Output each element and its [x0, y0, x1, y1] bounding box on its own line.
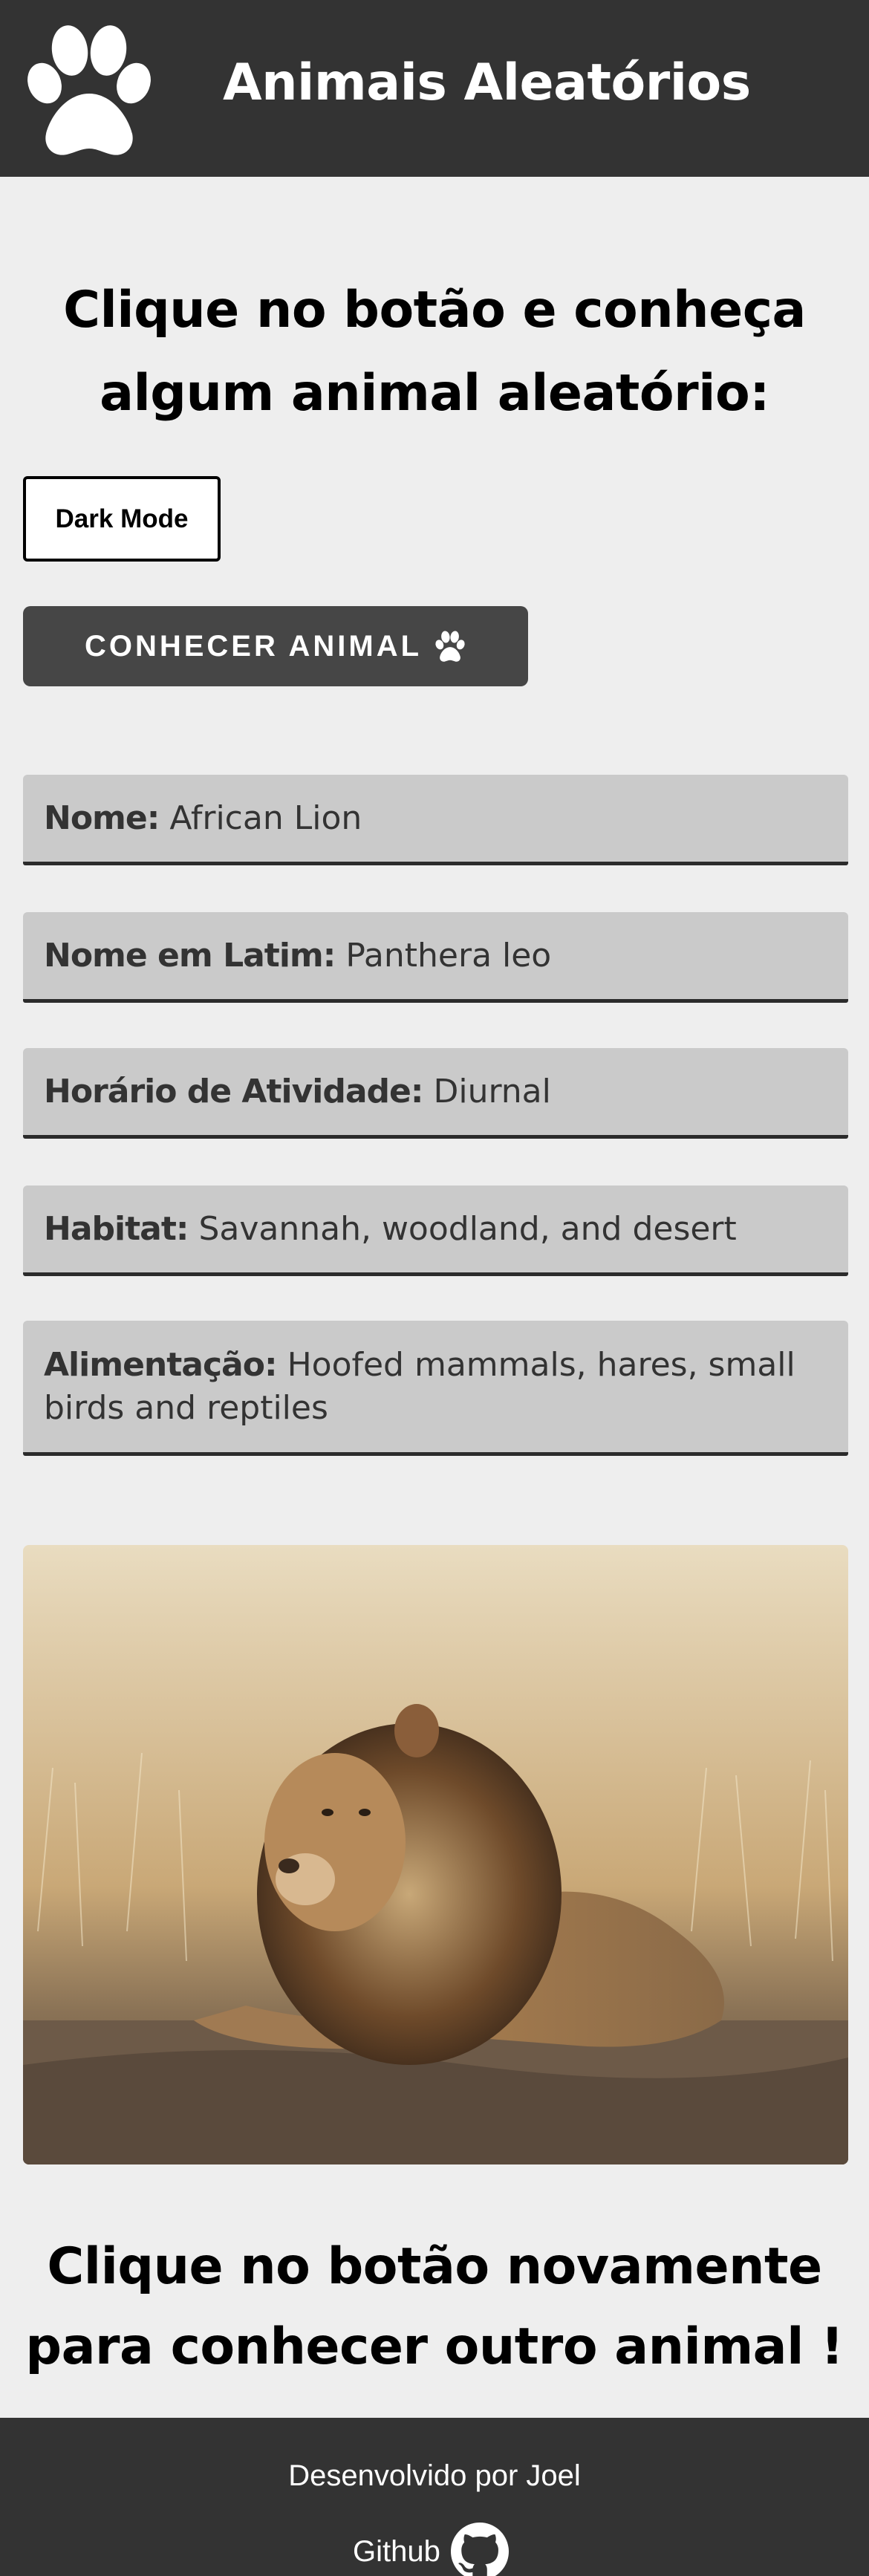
app-header: Animais Aleatórios [0, 0, 869, 177]
lion-image [23, 1545, 848, 2164]
meet-animal-label: CONHECER ANIMAL [84, 629, 423, 663]
info-card-habitat: Habitat: Savannah, woodland, and desert [23, 1185, 848, 1276]
animal-photo [23, 1545, 848, 2164]
info-card-activity-time: Horário de Atividade: Diurnal [23, 1048, 848, 1139]
info-value: Diurnal [433, 1072, 551, 1110]
dark-mode-button[interactable]: Dark Mode [23, 476, 221, 562]
paw-icon [27, 25, 151, 155]
app-title: Animais Aleatórios [223, 53, 751, 112]
paw-icon [435, 631, 465, 662]
info-value: Savannah, woodland, and desert [198, 1209, 737, 1248]
closing-message: Clique no botão novamente para conhecer … [25, 2237, 844, 2376]
info-label: Nome em Latim: [44, 936, 336, 975]
info-label: Horário de Atividade: [44, 1072, 423, 1110]
info-value: African Lion [169, 799, 362, 837]
page-headline: Clique no botão e conheça algum animal a… [63, 281, 806, 423]
info-label: Nome: [44, 799, 160, 837]
page-footer: Desenvolvido por Joel Github [0, 2418, 869, 2576]
info-card-latin-name: Nome em Latim: Panthera leo [23, 912, 848, 1003]
github-label: Github [353, 2534, 440, 2568]
info-card-diet: Alimentação: Hoofed mammals, hares, smal… [23, 1321, 848, 1456]
info-label: Alimentação: [44, 1345, 278, 1384]
info-value: Panthera leo [345, 936, 552, 975]
footer-credit: Desenvolvido por Joel [288, 2459, 581, 2492]
github-icon [450, 2523, 509, 2576]
info-card-name: Nome: African Lion [23, 775, 848, 865]
info-label: Habitat: [44, 1209, 189, 1248]
github-link[interactable]: Github [353, 2522, 509, 2576]
meet-animal-button[interactable]: CONHECER ANIMAL [23, 606, 528, 686]
